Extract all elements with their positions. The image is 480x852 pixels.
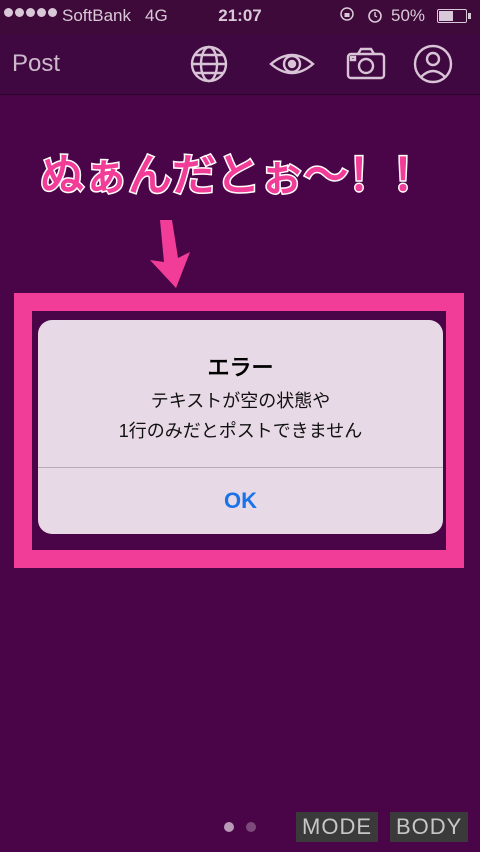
body-label: BODY: [390, 812, 469, 842]
alarm-icon: [368, 9, 382, 23]
alert-message-line-1: テキストが空の状態や: [150, 391, 331, 411]
alert-title: エラー: [207, 355, 274, 380]
battery-icon: [437, 9, 471, 23]
camera-icon[interactable]: [344, 42, 388, 86]
annotation-caption: ぬぁんだとぉ〜！！: [39, 149, 438, 203]
page-dot: [246, 822, 256, 832]
alert-message: テキストが空の状態や 1行のみだとポストできません: [38, 386, 443, 446]
alert-message-line-2: 1行のみだとポストできません: [118, 421, 363, 441]
arrow-down-icon: [150, 220, 190, 288]
eye-icon[interactable]: [268, 42, 316, 86]
ok-button[interactable]: OK: [38, 468, 443, 534]
navigation-bar: Post: [0, 34, 480, 95]
error-alert-dialog: エラー テキストが空の状態や 1行のみだとポストできません OK: [38, 320, 443, 534]
mode-label: MODE: [296, 812, 378, 842]
battery-percentage: 50%: [391, 6, 426, 25]
status-bar: SoftBank 4G 21:07 50%: [0, 0, 480, 34]
profile-icon[interactable]: [411, 42, 455, 86]
page-dot-active: [224, 822, 234, 832]
globe-icon[interactable]: [187, 42, 231, 86]
page-title: Post: [12, 50, 61, 77]
page-indicator: [224, 822, 256, 832]
rotation-lock-icon: [340, 7, 354, 21]
annotation-caption-text: ぬぁんだとぉ〜！！: [40, 150, 436, 201]
